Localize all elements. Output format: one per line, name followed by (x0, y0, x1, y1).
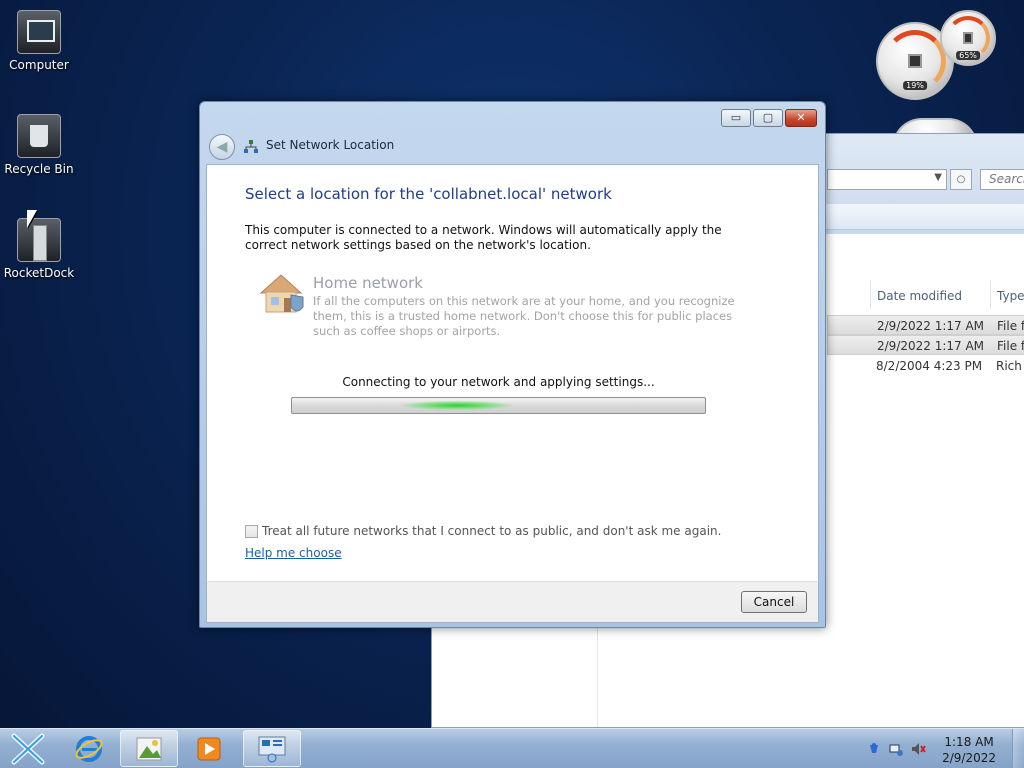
home-network-option-title[interactable]: Home network (313, 274, 423, 292)
close-icon: ✕ (796, 111, 806, 124)
dialog-footer: Cancel (206, 581, 819, 623)
computer-icon (17, 10, 61, 54)
cpu-percent: 19% (903, 81, 927, 90)
minimize-button[interactable]: ▭ (721, 109, 751, 127)
memory-meter-gadget[interactable]: 65% (940, 10, 996, 66)
cpu-chip-icon (908, 54, 922, 68)
dialog-title: Set Network Location (266, 138, 395, 152)
table-row[interactable]: 2/9/2022 1:17 AM File fo (827, 335, 1024, 355)
progress-bar (291, 397, 706, 414)
maximize-icon: ▢ (762, 111, 774, 124)
clock-time: 1:18 AM (944, 735, 994, 749)
row-date: 8/2/2004 4:23 PM (876, 359, 983, 373)
column-divider (990, 281, 991, 309)
back-arrow-icon: ◀ (216, 139, 228, 155)
connection-status-text: Connecting to your network and applying … (342, 375, 655, 389)
dialog-heading: Select a location for the 'collabnet.loc… (245, 185, 612, 203)
treat-public-checkbox-label[interactable]: Treat all future networks that I connect… (262, 524, 721, 538)
taskbar-media-player[interactable] (180, 730, 238, 767)
chevron-down-icon[interactable]: ▼ (934, 172, 942, 183)
start-x-icon[interactable] (4, 731, 52, 767)
memory-percent: 65% (956, 51, 980, 60)
row-type: Rich T (996, 359, 1024, 373)
desktop-icon-label: Recycle Bin (4, 162, 74, 176)
taskbar: 1:18 AM 2/9/2022 (0, 728, 1024, 768)
network-icon (244, 140, 258, 153)
show-desktop-button[interactable] (1012, 729, 1024, 768)
taskbar-internet-explorer[interactable] (60, 730, 118, 767)
treat-public-option[interactable]: Treat all future networks that I connect… (245, 524, 721, 538)
column-divider (870, 281, 871, 309)
cancel-button[interactable]: Cancel (741, 591, 807, 613)
table-row[interactable]: 2/9/2022 1:17 AM File fo (827, 315, 1024, 335)
system-tray: 1:18 AM 2/9/2022 (824, 729, 1024, 768)
recycle-bin-icon (17, 114, 61, 158)
help-me-choose-link[interactable]: Help me choose (245, 546, 342, 560)
table-row[interactable]: 8/2/2004 4:23 PM Rich T (827, 356, 1024, 376)
internet-explorer-icon (75, 735, 103, 762)
progress-marquee (402, 401, 512, 410)
rocketdock-icon (17, 218, 61, 262)
mouse-cursor (27, 210, 37, 228)
memory-chip-icon (963, 32, 973, 44)
taskbar-clock[interactable]: 1:18 AM 2/9/2022 (942, 734, 996, 766)
row-type: File fo (997, 339, 1024, 353)
dialog-body: Select a location for the 'collabnet.loc… (206, 164, 819, 581)
back-button[interactable]: ◀ (209, 134, 235, 160)
row-date: 2/9/2022 1:17 AM (877, 319, 985, 333)
clock-date: 2/9/2022 (942, 751, 996, 765)
taskbar-image-viewer[interactable] (120, 730, 178, 767)
volume-muted-icon[interactable] (910, 741, 926, 757)
media-player-icon (197, 737, 221, 760)
action-center-icon[interactable] (866, 741, 882, 757)
treat-public-checkbox[interactable] (245, 524, 258, 538)
set-network-location-dialog[interactable]: ▭ ▢ ✕ ◀ Set Network Location Select a lo… (199, 101, 826, 628)
desktop-icon-computer[interactable]: Computer (0, 10, 78, 72)
close-button[interactable]: ✕ (785, 109, 817, 127)
window-controls: ▭ ▢ ✕ (721, 109, 817, 127)
column-header-type[interactable]: Type (997, 289, 1024, 303)
search-input[interactable]: Search (980, 169, 1024, 190)
image-viewer-icon (136, 737, 162, 760)
maximize-button[interactable]: ▢ (753, 109, 783, 127)
dialog-intro-text: This computer is connected to a network.… (245, 223, 722, 252)
home-network-icon (259, 274, 304, 313)
refresh-button[interactable]: ○ (950, 169, 972, 190)
network-status-icon[interactable] (888, 741, 904, 757)
taskbar-network-settings[interactable] (243, 730, 301, 767)
desktop-icon-rocketdock[interactable]: RocketDock (0, 218, 78, 280)
network-settings-icon (258, 736, 286, 762)
minimize-icon: ▭ (730, 111, 742, 124)
row-type: File fo (997, 319, 1024, 333)
column-header-date-modified[interactable]: Date modified (877, 289, 962, 303)
desktop-icon-recycle-bin[interactable]: Recycle Bin (0, 114, 78, 176)
address-bar[interactable]: ▼ (827, 169, 947, 190)
row-date: 2/9/2022 1:17 AM (877, 339, 985, 353)
desktop-icon-label: RocketDock (3, 266, 75, 280)
home-network-option-description: If all the computers on this network are… (313, 294, 735, 338)
desktop-icon-label: Computer (9, 58, 69, 72)
